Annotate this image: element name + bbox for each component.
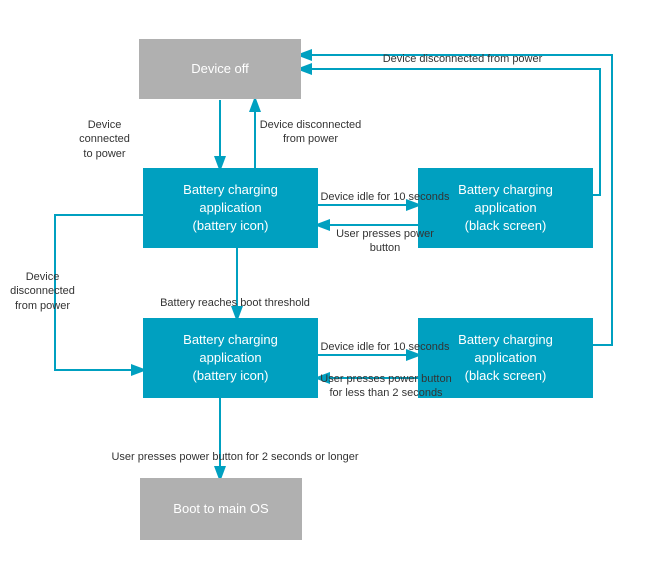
label-battery-threshold: Battery reaches boot threshold [155, 296, 315, 310]
device-off-box: Device off [139, 39, 301, 99]
label-disconnected-right: Device disconnected from power [370, 52, 555, 66]
label-disconnected-left: Device disconnectedfrom power [0, 270, 85, 313]
boot-to-main-os-label: Boot to main OS [173, 500, 268, 518]
arrows-svg [0, 0, 650, 580]
label-idle-10s-bottom: Device idle for 10 seconds [320, 340, 450, 354]
label-connected-power: Device connectedto power [62, 118, 147, 161]
label-disconnected-top: Device disconnectedfrom power [258, 118, 363, 147]
diagram: Device off Battery chargingapplication(b… [0, 0, 650, 580]
label-user-power-top: User presses power button [320, 227, 450, 256]
battery-charging-top-right-label: Battery chargingapplication(black screen… [458, 181, 553, 236]
battery-charging-top-left-label: Battery chargingapplication(battery icon… [183, 181, 278, 236]
battery-charging-bottom-right-label: Battery chargingapplication(black screen… [458, 331, 553, 386]
boot-to-main-os-box: Boot to main OS [140, 478, 302, 540]
battery-charging-bottom-left-box: Battery chargingapplication(battery icon… [143, 318, 318, 398]
label-user-power-bottom: User presses power buttonfor less than 2… [316, 372, 456, 401]
device-off-label: Device off [191, 60, 249, 78]
label-power-2s: User presses power button for 2 seconds … [110, 450, 360, 464]
battery-charging-top-left-box: Battery chargingapplication(battery icon… [143, 168, 318, 248]
label-idle-10s-top: Device idle for 10 seconds [320, 190, 450, 204]
battery-charging-bottom-left-label: Battery chargingapplication(battery icon… [183, 331, 278, 386]
